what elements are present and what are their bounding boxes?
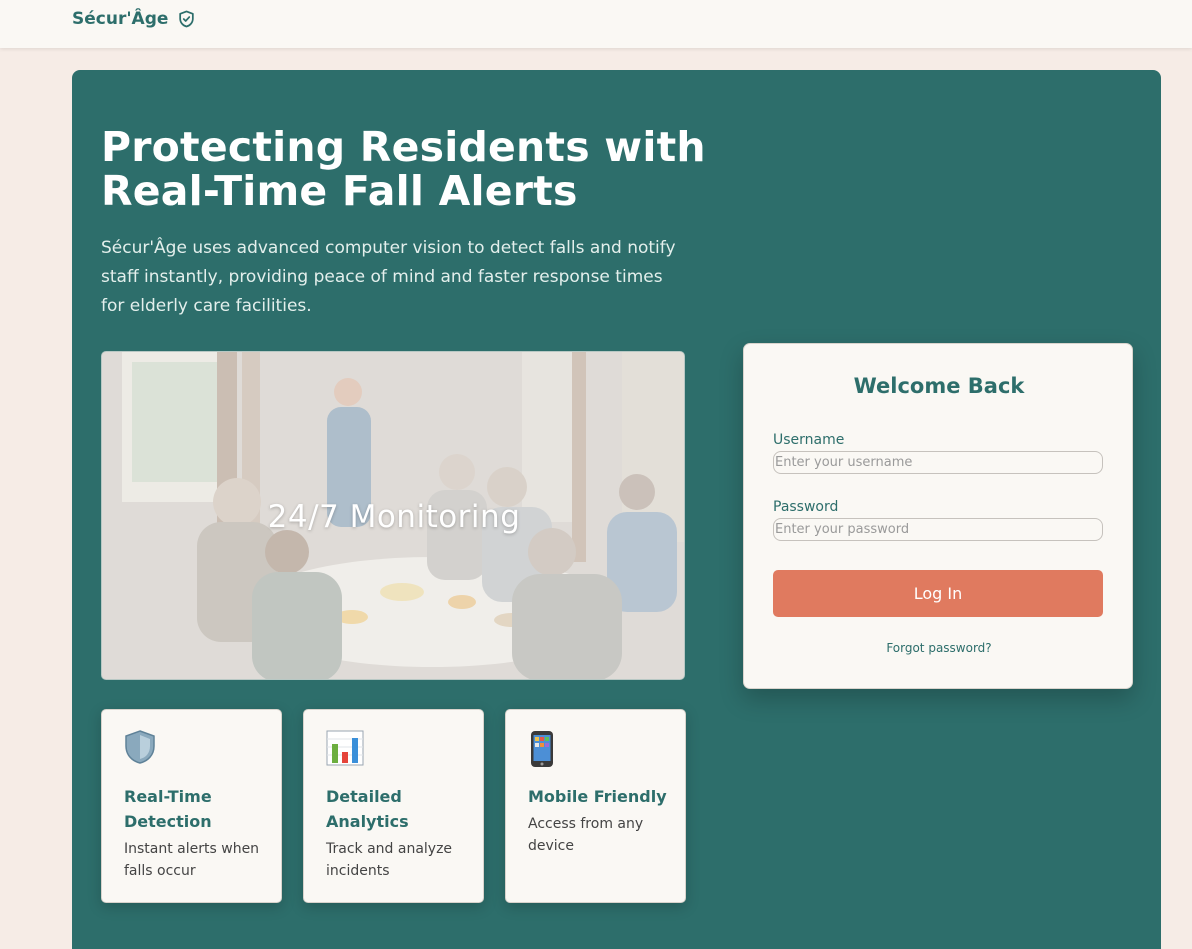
username-input[interactable] xyxy=(773,451,1103,474)
login-card: Welcome Back Username Password Log In Fo… xyxy=(743,343,1133,689)
photo-caption: 24/7 Monitoring xyxy=(267,498,521,535)
hero-section: Protecting Residents with Real-Time Fall… xyxy=(72,70,1161,949)
bar-chart-icon xyxy=(326,730,364,770)
feature-card-detailed-analytics: Detailed Analytics Track and analyze inc… xyxy=(303,709,484,903)
username-label: Username xyxy=(773,432,845,448)
feature-description: Access from any device xyxy=(528,816,644,854)
hero-tagline: Sécur'Âge uses advanced computer vision … xyxy=(101,238,676,316)
login-button[interactable]: Log In xyxy=(773,570,1103,617)
feature-description: Track and analyze incidents xyxy=(326,841,453,879)
feature-description: Instant alerts when falls occur xyxy=(124,841,260,879)
hero-headline: Protecting Residents with Real-Time Fall… xyxy=(101,125,741,213)
feature-title: Mobile Friendly xyxy=(528,787,667,806)
headline-line-2: Real-Time Fall Alerts xyxy=(101,167,578,215)
shield-icon xyxy=(124,730,156,768)
brand-name: Sécur'Âge xyxy=(72,9,169,29)
care-facility-photo: 24/7 Monitoring xyxy=(101,351,685,680)
headline-line-1: Protecting Residents with xyxy=(101,123,706,171)
forgot-password-link[interactable]: Forgot password? xyxy=(744,641,1134,655)
feature-card-mobile-friendly: Mobile Friendly Access from any device xyxy=(505,709,686,903)
mobile-phone-icon xyxy=(528,730,556,772)
top-navbar: Sécur'Âge xyxy=(0,0,1192,48)
feature-card-realtime-detection: Real-Time Detection Instant alerts when … xyxy=(101,709,282,903)
shield-check-icon xyxy=(179,10,195,28)
password-label: Password xyxy=(773,499,839,515)
password-input[interactable] xyxy=(773,518,1103,541)
feature-title: Real-Time Detection xyxy=(124,787,212,831)
feature-title: Detailed Analytics xyxy=(326,787,409,831)
brand-logo[interactable]: Sécur'Âge xyxy=(72,9,196,29)
login-title: Welcome Back xyxy=(853,374,1025,398)
